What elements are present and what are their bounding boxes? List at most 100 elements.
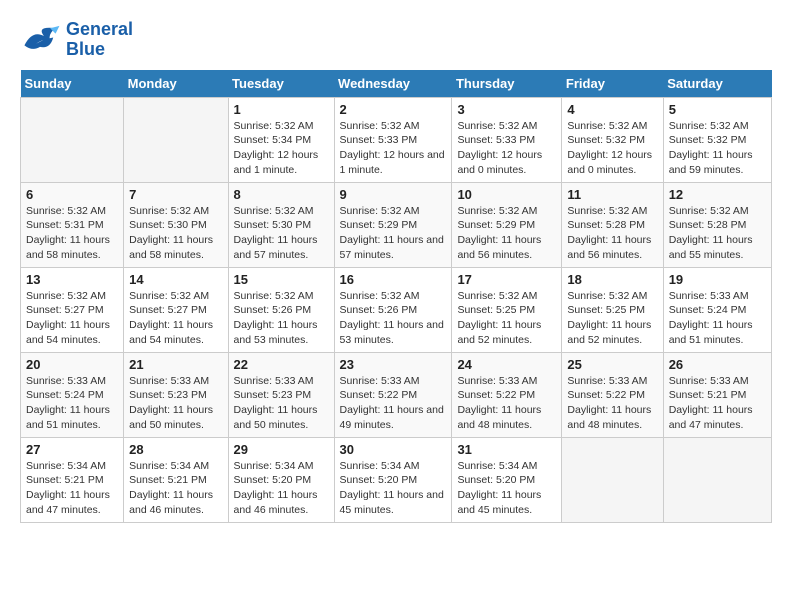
calendar-cell: 17Sunrise: 5:32 AM Sunset: 5:25 PM Dayli… (452, 267, 562, 352)
day-info: Sunrise: 5:32 AM Sunset: 5:27 PM Dayligh… (26, 289, 118, 348)
day-info: Sunrise: 5:33 AM Sunset: 5:24 PM Dayligh… (669, 289, 766, 348)
calendar-cell: 31 Sunrise: 5:34 AM Sunset: 5:20 PM Dayli… (452, 437, 562, 522)
calendar-cell: 24 Sunrise: 5:33 AM Sunset: 5:22 PM Dayli… (452, 352, 562, 437)
day-number: 15 (234, 272, 329, 287)
day-number: 6 (26, 187, 118, 202)
calendar-cell: 18Sunrise: 5:32 AM Sunset: 5:25 PM Dayli… (562, 267, 663, 352)
day-number: 13 (26, 272, 118, 287)
day-number: 28 (129, 442, 222, 457)
day-number: 8 (234, 187, 329, 202)
day-number: 26 (669, 357, 766, 372)
calendar-cell: 20 Sunrise: 5:33 AM Sunset: 5:24 PM Dayli… (21, 352, 124, 437)
day-number: 25 (567, 357, 657, 372)
weekday-header-sunday: Sunday (21, 70, 124, 98)
day-info: Sunrise: 5:34 AM Sunset: 5:21 PM Dayligh… (26, 459, 118, 518)
calendar-cell: 26 Sunrise: 5:33 AM Sunset: 5:21 PM Dayli… (663, 352, 771, 437)
day-number: 20 (26, 357, 118, 372)
day-info: Sunrise: 5:34 AM Sunset: 5:20 PM Dayligh… (234, 459, 329, 518)
logo-bird-icon (20, 22, 60, 57)
calendar-cell: 29 Sunrise: 5:34 AM Sunset: 5:20 PM Dayli… (228, 437, 334, 522)
day-number: 2 (340, 102, 447, 117)
weekday-header-wednesday: Wednesday (334, 70, 452, 98)
calendar-cell: 25 Sunrise: 5:33 AM Sunset: 5:22 PM Dayli… (562, 352, 663, 437)
calendar-cell: 6 Sunrise: 5:32 AM Sunset: 5:31 PM Daylig… (21, 182, 124, 267)
calendar-cell: 13 Sunrise: 5:32 AM Sunset: 5:27 PM Dayli… (21, 267, 124, 352)
day-number: 1 (234, 102, 329, 117)
calendar-cell: 7Sunrise: 5:32 AM Sunset: 5:30 PM Daylig… (124, 182, 228, 267)
day-info: Sunrise: 5:32 AM Sunset: 5:28 PM Dayligh… (669, 204, 766, 263)
calendar-cell: 14Sunrise: 5:32 AM Sunset: 5:27 PM Dayli… (124, 267, 228, 352)
day-number: 29 (234, 442, 329, 457)
page-header: General Blue (20, 20, 772, 60)
day-number: 4 (567, 102, 657, 117)
calendar-week-5: 27 Sunrise: 5:34 AM Sunset: 5:21 PM Dayli… (21, 437, 772, 522)
day-info: Sunrise: 5:32 AM Sunset: 5:30 PM Dayligh… (129, 204, 222, 263)
calendar-week-2: 6 Sunrise: 5:32 AM Sunset: 5:31 PM Daylig… (21, 182, 772, 267)
calendar-cell: 9 Sunrise: 5:32 AM Sunset: 5:29 PM Daylig… (334, 182, 452, 267)
day-number: 24 (457, 357, 556, 372)
day-info: Sunrise: 5:32 AM Sunset: 5:32 PM Dayligh… (567, 119, 657, 178)
calendar-cell (562, 437, 663, 522)
day-info: Sunrise: 5:32 AM Sunset: 5:31 PM Dayligh… (26, 204, 118, 263)
day-info: Sunrise: 5:34 AM Sunset: 5:20 PM Dayligh… (340, 459, 447, 518)
day-info: Sunrise: 5:33 AM Sunset: 5:24 PM Dayligh… (26, 374, 118, 433)
calendar-week-1: 1 Sunrise: 5:32 AM Sunset: 5:34 PM Daylig… (21, 97, 772, 182)
day-info: Sunrise: 5:32 AM Sunset: 5:25 PM Dayligh… (567, 289, 657, 348)
day-number: 12 (669, 187, 766, 202)
day-number: 17 (457, 272, 556, 287)
day-number: 3 (457, 102, 556, 117)
weekday-header-monday: Monday (124, 70, 228, 98)
calendar-cell: 19 Sunrise: 5:33 AM Sunset: 5:24 PM Dayli… (663, 267, 771, 352)
day-info: Sunrise: 5:32 AM Sunset: 5:33 PM Dayligh… (457, 119, 556, 178)
calendar-table: SundayMondayTuesdayWednesdayThursdayFrid… (20, 70, 772, 523)
calendar-cell: 23Sunrise: 5:33 AM Sunset: 5:22 PM Dayli… (334, 352, 452, 437)
calendar-cell: 8Sunrise: 5:32 AM Sunset: 5:30 PM Daylig… (228, 182, 334, 267)
calendar-cell: 16 Sunrise: 5:32 AM Sunset: 5:26 PM Dayli… (334, 267, 452, 352)
calendar-cell (21, 97, 124, 182)
day-info: Sunrise: 5:33 AM Sunset: 5:23 PM Dayligh… (234, 374, 329, 433)
weekday-header-thursday: Thursday (452, 70, 562, 98)
calendar-cell: 10 Sunrise: 5:32 AM Sunset: 5:29 PM Dayli… (452, 182, 562, 267)
day-info: Sunrise: 5:32 AM Sunset: 5:27 PM Dayligh… (129, 289, 222, 348)
day-info: Sunrise: 5:33 AM Sunset: 5:22 PM Dayligh… (457, 374, 556, 433)
day-info: Sunrise: 5:34 AM Sunset: 5:20 PM Dayligh… (457, 459, 556, 518)
day-info: Sunrise: 5:32 AM Sunset: 5:28 PM Dayligh… (567, 204, 657, 263)
calendar-cell: 30 Sunrise: 5:34 AM Sunset: 5:20 PM Dayli… (334, 437, 452, 522)
day-number: 27 (26, 442, 118, 457)
logo-text: General Blue (66, 20, 133, 60)
day-number: 16 (340, 272, 447, 287)
calendar-cell: 27 Sunrise: 5:34 AM Sunset: 5:21 PM Dayli… (21, 437, 124, 522)
calendar-cell: 4 Sunrise: 5:32 AM Sunset: 5:32 PM Daylig… (562, 97, 663, 182)
day-number: 22 (234, 357, 329, 372)
day-number: 21 (129, 357, 222, 372)
weekday-header-tuesday: Tuesday (228, 70, 334, 98)
day-info: Sunrise: 5:32 AM Sunset: 5:26 PM Dayligh… (340, 289, 447, 348)
calendar-cell: 12 Sunrise: 5:32 AM Sunset: 5:28 PM Dayli… (663, 182, 771, 267)
day-number: 23 (340, 357, 447, 372)
calendar-cell: 15 Sunrise: 5:32 AM Sunset: 5:26 PM Dayli… (228, 267, 334, 352)
calendar-cell: 1 Sunrise: 5:32 AM Sunset: 5:34 PM Daylig… (228, 97, 334, 182)
calendar-week-3: 13 Sunrise: 5:32 AM Sunset: 5:27 PM Dayli… (21, 267, 772, 352)
day-info: Sunrise: 5:33 AM Sunset: 5:21 PM Dayligh… (669, 374, 766, 433)
weekday-header-saturday: Saturday (663, 70, 771, 98)
day-number: 9 (340, 187, 447, 202)
calendar-cell: 2Sunrise: 5:32 AM Sunset: 5:33 PM Daylig… (334, 97, 452, 182)
logo: General Blue (20, 20, 133, 60)
calendar-cell: 5Sunrise: 5:32 AM Sunset: 5:32 PM Daylig… (663, 97, 771, 182)
day-info: Sunrise: 5:32 AM Sunset: 5:26 PM Dayligh… (234, 289, 329, 348)
weekday-header-row: SundayMondayTuesdayWednesdayThursdayFrid… (21, 70, 772, 98)
day-number: 19 (669, 272, 766, 287)
day-number: 5 (669, 102, 766, 117)
day-number: 30 (340, 442, 447, 457)
day-number: 10 (457, 187, 556, 202)
day-info: Sunrise: 5:32 AM Sunset: 5:29 PM Dayligh… (457, 204, 556, 263)
calendar-cell: 28 Sunrise: 5:34 AM Sunset: 5:21 PM Dayli… (124, 437, 228, 522)
day-number: 11 (567, 187, 657, 202)
day-number: 31 (457, 442, 556, 457)
day-info: Sunrise: 5:33 AM Sunset: 5:22 PM Dayligh… (567, 374, 657, 433)
day-info: Sunrise: 5:34 AM Sunset: 5:21 PM Dayligh… (129, 459, 222, 518)
day-info: Sunrise: 5:32 AM Sunset: 5:34 PM Dayligh… (234, 119, 329, 178)
calendar-cell: 22 Sunrise: 5:33 AM Sunset: 5:23 PM Dayli… (228, 352, 334, 437)
calendar-cell (663, 437, 771, 522)
day-info: Sunrise: 5:32 AM Sunset: 5:29 PM Dayligh… (340, 204, 447, 263)
